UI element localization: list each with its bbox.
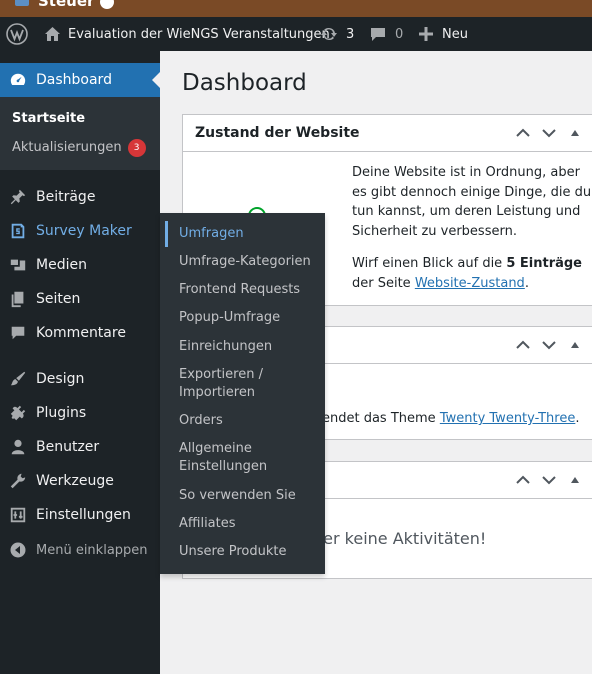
submenu-updates-label: Aktualisierungen <box>12 140 122 155</box>
comments-link[interactable]: 0 <box>370 17 403 51</box>
updates-link[interactable]: 3 <box>320 17 354 51</box>
move-up-icon[interactable] <box>515 125 531 141</box>
menu-pages[interactable]: Seiten <box>0 282 160 316</box>
brush-icon <box>0 370 36 388</box>
updates-badge: 3 <box>127 139 146 157</box>
site-health-entries-text: Wirf einen Blick auf die 5 Einträge der … <box>352 254 592 293</box>
outer-toolbar-icon[interactable] <box>100 0 114 9</box>
comment-icon <box>0 324 36 342</box>
collapse-arrow-icon <box>0 542 36 558</box>
active-indicator <box>165 221 168 247</box>
page-title: Dashboard <box>182 70 307 96</box>
menu-design-label: Design <box>36 371 85 387</box>
settings-sliders-icon <box>0 506 36 524</box>
menu-plugins-label: Plugins <box>36 405 87 421</box>
move-down-icon[interactable] <box>541 472 557 488</box>
updates-icon <box>321 27 337 41</box>
dashboard-submenu: Startseite Aktualisierungen 3 <box>0 97 160 170</box>
theme-text-prefix: endet das Theme <box>322 411 440 426</box>
site-health-header: Zustand der Website <box>183 115 592 152</box>
move-down-icon[interactable] <box>541 125 557 141</box>
new-label: Neu <box>442 26 468 42</box>
menu-survey-maker[interactable]: Survey Maker <box>0 214 160 248</box>
menu-pages-label: Seiten <box>36 291 81 307</box>
menu-posts[interactable]: Beiträge <box>0 180 160 214</box>
flyout-item-frontend-requests[interactable]: Frontend Requests <box>179 281 319 299</box>
updates-count: 3 <box>346 26 355 42</box>
move-up-icon[interactable] <box>515 337 531 353</box>
comments-count: 0 <box>395 26 404 42</box>
site-name-link[interactable]: Evaluation der WieNGS Veranstaltungen <box>44 17 330 51</box>
site-health-entries-prefix: Wirf einen Blick auf die <box>352 256 507 271</box>
menu-dashboard[interactable]: Dashboard <box>0 63 160 97</box>
pin-icon <box>0 188 36 206</box>
move-down-icon[interactable] <box>541 337 557 353</box>
site-health-text: Deine Website ist in Ordnung, aber es gi… <box>352 165 592 239</box>
site-health-entries-end: . <box>524 275 529 291</box>
flyout-item-how-to-use[interactable]: So verwenden Sie <box>179 487 319 505</box>
flyout-item-our-products[interactable]: Unsere Produkte <box>179 543 319 561</box>
flyout-item-orders[interactable]: Orders <box>179 412 319 430</box>
menu-comments[interactable]: Kommentare <box>0 316 160 350</box>
user-icon <box>0 438 36 456</box>
flyout-item-export-import[interactable]: Exportieren / Importieren <box>179 366 289 402</box>
menu-users[interactable]: Benutzer <box>0 430 160 464</box>
menu-settings[interactable]: Einstellungen <box>0 498 160 532</box>
site-health-entries-middle: der Seite <box>352 275 415 291</box>
media-icon <box>0 256 36 274</box>
menu-tools[interactable]: Werkzeuge <box>0 464 160 498</box>
site-health-entries-count: 5 Einträge <box>506 256 582 271</box>
menu-survey-maker-label: Survey Maker <box>36 223 132 239</box>
menu-media-label: Medien <box>36 257 87 273</box>
flyout-item-surveys[interactable]: Umfragen <box>179 225 319 243</box>
menu-plugins[interactable]: Plugins <box>0 396 160 430</box>
toggle-panel-icon[interactable] <box>567 472 583 488</box>
new-content-link[interactable]: Neu <box>418 17 468 51</box>
theme-text-end: . <box>575 411 580 426</box>
flyout-item-survey-categories[interactable]: Umfrage-Kategorien <box>179 253 319 271</box>
site-health-link[interactable]: Website-Zustand <box>415 276 525 291</box>
survey-maker-flyout: Umfragen Umfrage-Kategorien Frontend Req… <box>160 213 325 574</box>
plus-icon <box>419 27 433 41</box>
menu-design[interactable]: Design <box>0 362 160 396</box>
no-activity-text: her keine Aktivitäten! <box>313 529 487 548</box>
submenu-home[interactable]: Startseite <box>12 111 85 126</box>
toggle-panel-icon[interactable] <box>567 125 583 141</box>
outer-toolbar-strip: Steuer <box>0 0 592 17</box>
toggle-panel-icon[interactable] <box>567 337 583 353</box>
flyout-item-popup-survey[interactable]: Popup-Umfrage <box>179 309 319 327</box>
menu-settings-label: Einstellungen <box>36 507 131 523</box>
pages-icon <box>0 290 36 308</box>
flyout-item-affiliates[interactable]: Affiliates <box>179 515 319 533</box>
theme-text: endet das Theme Twenty Twenty-Three. <box>322 409 580 429</box>
flyout-item-general-settings[interactable]: Allgemeine Einstellungen <box>179 440 289 476</box>
plugin-icon <box>0 404 36 422</box>
comment-icon <box>371 28 385 41</box>
menu-media[interactable]: Medien <box>0 248 160 282</box>
survey-icon <box>0 222 36 240</box>
flyout-item-submissions[interactable]: Einreichungen <box>179 338 319 356</box>
theme-link[interactable]: Twenty Twenty-Three <box>440 411 576 426</box>
home-icon <box>45 27 60 41</box>
move-up-icon[interactable] <box>515 472 531 488</box>
submenu-updates[interactable]: Aktualisierungen 3 <box>12 139 146 157</box>
wrench-icon <box>0 472 36 490</box>
menu-comments-label: Kommentare <box>36 325 126 341</box>
site-name: Evaluation der WieNGS Veranstaltungen <box>68 26 330 42</box>
collapse-menu-button[interactable]: Menü einklappen <box>0 535 160 565</box>
collapse-menu-label: Menü einklappen <box>36 542 148 558</box>
admin-sidebar: Dashboard Startseite Aktualisierungen 3 B… <box>0 51 160 674</box>
wordpress-logo-icon[interactable] <box>6 17 28 51</box>
menu-dashboard-label: Dashboard <box>36 72 112 88</box>
menu-users-label: Benutzer <box>36 439 100 455</box>
dashboard-icon <box>0 71 36 89</box>
menu-posts-label: Beiträge <box>36 189 96 205</box>
menu-tools-label: Werkzeuge <box>36 473 114 489</box>
admin-bar: Evaluation der WieNGS Veranstaltungen 3 … <box>0 17 592 51</box>
site-health-title: Zustand der Website <box>195 125 360 141</box>
outer-site-label[interactable]: Steuer <box>38 0 94 10</box>
site-icon <box>15 0 29 6</box>
